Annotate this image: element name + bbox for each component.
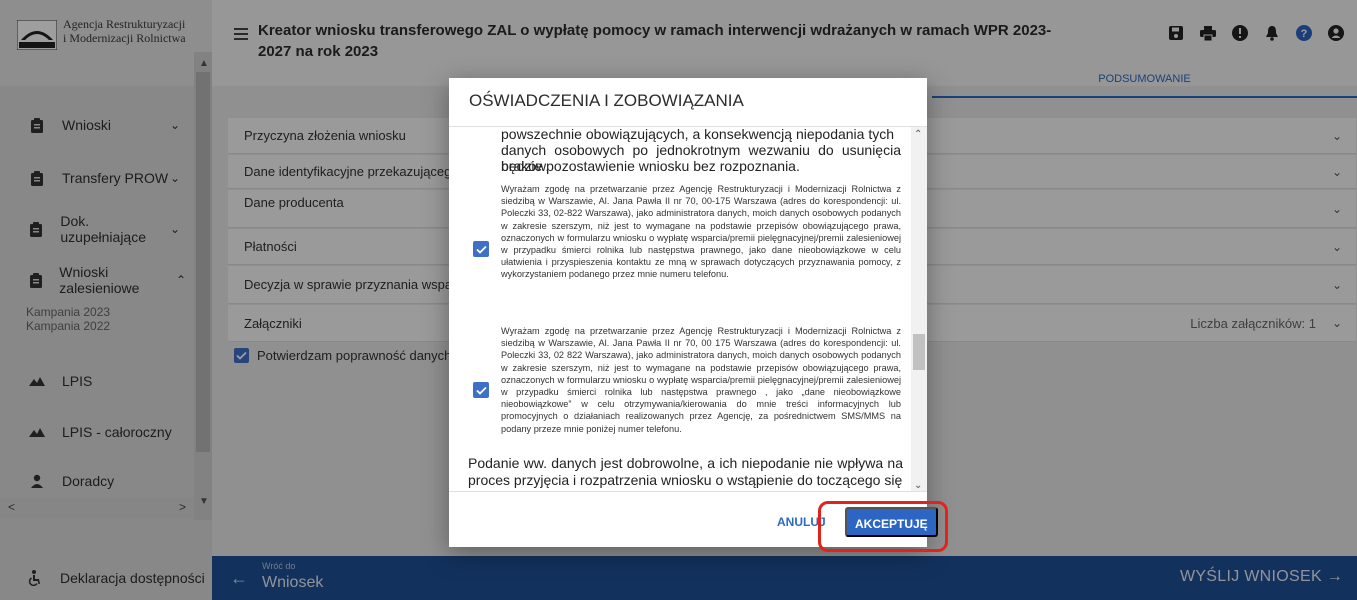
dialog-title: OŚWIADCZENIA I ZOBOWIĄZANIA bbox=[469, 91, 744, 110]
dialog-scroll-thumb[interactable] bbox=[913, 334, 925, 370]
checkmark-icon bbox=[475, 386, 487, 395]
consent-2-checkbox[interactable] bbox=[473, 382, 489, 398]
dialog-scrollbar[interactable]: ⌃ ⌄ bbox=[911, 127, 927, 491]
statement-text: będzie pozostawienie wniosku bez rozpozn… bbox=[501, 158, 800, 174]
scroll-down-icon[interactable]: ⌄ bbox=[914, 480, 922, 491]
dialog-body[interactable]: powszechnie obowiązujących, a konsekwenc… bbox=[449, 126, 927, 492]
statement-text: powszechnie obowiązujących, a konsekwenc… bbox=[501, 126, 895, 142]
scroll-up-icon[interactable]: ⌃ bbox=[914, 129, 922, 140]
statements-dialog: OŚWIADCZENIA I ZOBOWIĄZANIA powszechnie … bbox=[449, 78, 938, 547]
consent-2-text: Wyrażam zgodę na przetwarzanie przez Age… bbox=[501, 326, 901, 434]
checkmark-icon bbox=[475, 245, 487, 254]
consent-1-checkbox[interactable] bbox=[473, 241, 489, 257]
highlight-annotation bbox=[818, 501, 948, 552]
consent-1-text: Wyrażam zgodę na przetwarzanie przez Age… bbox=[501, 184, 901, 280]
statement-text: Podanie ww. danych jest dobrowolne, a ic… bbox=[468, 455, 903, 488]
